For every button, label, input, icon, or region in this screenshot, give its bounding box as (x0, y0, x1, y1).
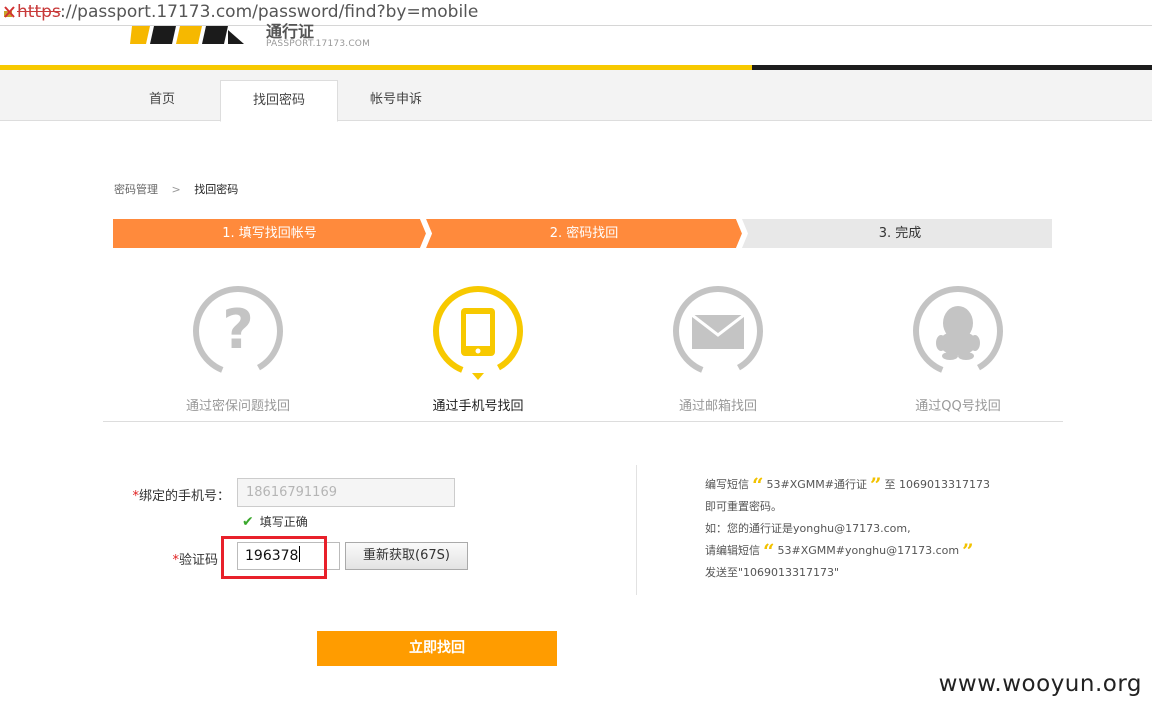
mobile-icon (433, 286, 524, 380)
check-icon: ✔ (242, 514, 254, 530)
method-email[interactable]: 通过邮箱找回 (623, 285, 813, 414)
nav-find-password[interactable]: 找回密码 (220, 80, 338, 122)
sms-instructions: 编写短信 “53#XGMM#通行证” 至 1069013317173 即可重置密码。… (705, 473, 990, 579)
url-scheme: https (17, 2, 61, 22)
section-divider (103, 421, 1063, 422)
nav-home[interactable]: 首页 (112, 80, 212, 120)
method-label: 通过邮箱找回 (678, 399, 757, 414)
method-label: 通过QQ号找回 (915, 399, 1001, 414)
site-logo (128, 26, 246, 48)
progress-steps: 1. 填写找回帐号 2. 密码找回 3. 完成 (113, 219, 1052, 248)
watermark: www.wooyun.org (938, 671, 1142, 697)
phone-label: *绑定的手机号： (132, 489, 230, 504)
step-2: 2. 密码找回 (549, 226, 619, 241)
breadcrumb-separator: > (171, 183, 181, 196)
breadcrumb: 密码管理 > 找回密码 (114, 181, 238, 197)
breadcrumb-current: 找回密码 (194, 183, 239, 196)
step-3: 3. 完成 (878, 226, 922, 241)
code-label: *验证码 (172, 553, 218, 568)
breadcrumb-parent[interactable]: 密码管理 (114, 183, 158, 196)
method-label: 通过密保问题找回 (185, 399, 290, 414)
svg-text:?: ? (222, 298, 253, 361)
nav-account-appeal[interactable]: 帐号申诉 (346, 80, 446, 120)
annotation-highlight-box (221, 536, 327, 579)
method-security-question[interactable]: ? 通过密保问题找回 (143, 285, 333, 414)
logo-subtitle: PASSPORT.17173.COM (266, 39, 371, 49)
method-qq[interactable]: 通过QQ号找回 (863, 285, 1053, 414)
recovery-methods: ? 通过密保问题找回 通过手机号找回 通过邮箱找回 通过QQ号找回 (0, 285, 1152, 414)
qq-icon (913, 286, 1003, 376)
form-info-divider (636, 465, 637, 595)
question-icon: ? (193, 286, 283, 376)
phone-field[interactable]: 18616791169 (237, 478, 455, 507)
method-label: 通过手机号找回 (432, 399, 524, 414)
browser-url-bar[interactable]: https ://passport.17173.com/password/fin… (0, 0, 1152, 26)
step-1: 1. 填写找回帐号 (222, 226, 317, 241)
resend-code-button[interactable]: 重新获取(67S) (345, 542, 468, 570)
phone-valid-tip: ✔ 填写正确 (242, 514, 308, 530)
mail-icon (673, 286, 763, 376)
submit-button[interactable]: 立即找回 (317, 631, 557, 666)
broken-lock-icon (4, 6, 15, 18)
method-mobile[interactable]: 通过手机号找回 (383, 285, 573, 414)
